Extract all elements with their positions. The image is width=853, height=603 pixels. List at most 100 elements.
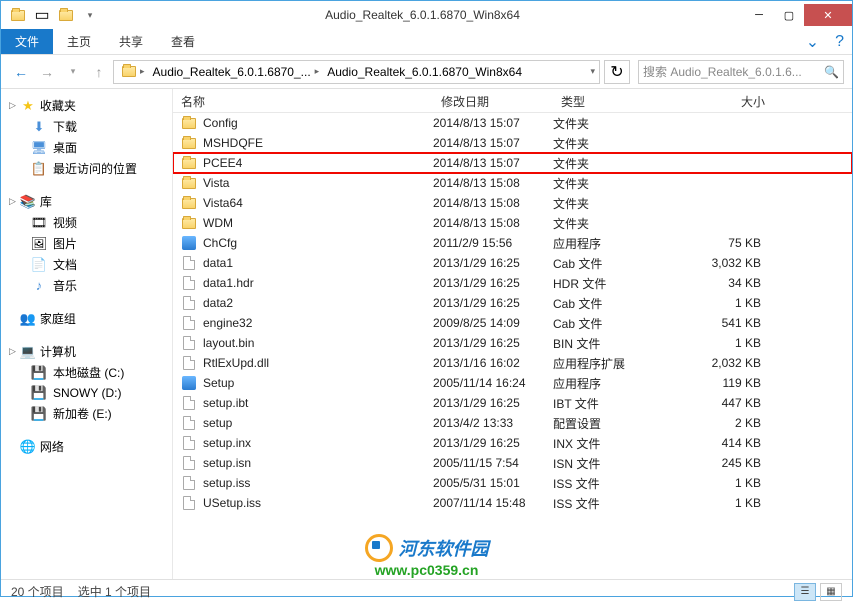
sidebar-item-drive-d[interactable]: 💾SNOWY (D:) xyxy=(1,383,172,403)
file-type: 文件夹 xyxy=(553,115,673,132)
tab-view[interactable]: 查看 xyxy=(157,29,209,54)
table-row[interactable]: data12013/1/29 16:25Cab 文件3,032 KB xyxy=(173,253,852,273)
column-headers: 名称 修改日期 类型 大小 xyxy=(173,89,852,113)
table-row[interactable]: RtlExUpd.dll2013/1/16 16:02应用程序扩展2,032 K… xyxy=(173,353,852,373)
status-bar: 20 个项目 选中 1 个项目 ☰ ▦ xyxy=(1,579,852,603)
path-segment-2[interactable]: Audio_Realtek_6.0.1.6870_Win8x64 xyxy=(323,65,526,79)
file-size: 3,032 KB xyxy=(673,256,773,270)
properties-icon[interactable]: ▭ xyxy=(31,4,53,26)
column-name[interactable]: 名称 xyxy=(173,89,433,112)
file-date: 2005/11/15 7:54 xyxy=(433,456,553,470)
expand-ribbon-icon[interactable]: ⌄ xyxy=(798,32,827,52)
close-button[interactable]: ✕ xyxy=(804,4,852,26)
minimize-button[interactable]: ─ xyxy=(744,4,774,26)
file-size: 119 KB xyxy=(673,376,773,390)
file-type: ISS 文件 xyxy=(553,475,673,492)
file-date: 2014/8/13 15:08 xyxy=(433,196,553,210)
table-row[interactable]: setup.isn2005/11/15 7:54ISN 文件245 KB xyxy=(173,453,852,473)
quick-access-toolbar: ▭ ▾ xyxy=(7,4,101,26)
table-row[interactable]: setup2013/4/2 13:33配置设置2 KB xyxy=(173,413,852,433)
address-bar[interactable]: ▸ Audio_Realtek_6.0.1.6870_... ▸ Audio_R… xyxy=(113,60,600,84)
new-folder-icon[interactable] xyxy=(55,4,77,26)
tab-share[interactable]: 共享 xyxy=(105,29,157,54)
path-segment-1[interactable]: Audio_Realtek_6.0.1.6870_... ▸ xyxy=(149,65,324,79)
sidebar-libraries[interactable]: ▷📚库 xyxy=(1,191,172,212)
view-details-button[interactable]: ☰ xyxy=(794,583,816,601)
exe-icon xyxy=(181,236,197,250)
tab-home[interactable]: 主页 xyxy=(53,29,105,54)
column-date[interactable]: 修改日期 xyxy=(433,89,553,112)
file-date: 2013/1/16 16:02 xyxy=(433,356,553,370)
back-button[interactable]: ← xyxy=(9,60,33,84)
table-row[interactable]: setup.iss2005/5/31 15:01ISS 文件1 KB xyxy=(173,473,852,493)
maximize-button[interactable]: ▢ xyxy=(774,4,804,26)
address-dropdown-icon[interactable]: ▾ xyxy=(590,66,595,77)
table-row[interactable]: data1.hdr2013/1/29 16:25HDR 文件34 KB xyxy=(173,273,852,293)
table-row[interactable]: engine322009/8/25 14:09Cab 文件541 KB xyxy=(173,313,852,333)
column-type[interactable]: 类型 xyxy=(553,89,673,112)
sidebar-favorites[interactable]: ▷★收藏夹 xyxy=(1,95,172,116)
status-item-count: 20 个项目 xyxy=(11,583,64,600)
table-row[interactable]: ChCfg2011/2/9 15:56应用程序75 KB xyxy=(173,233,852,253)
table-row[interactable]: setup.inx2013/1/29 16:25INX 文件414 KB xyxy=(173,433,852,453)
sidebar-item-videos[interactable]: 🎞视频 xyxy=(1,212,172,233)
table-row[interactable]: Config2014/8/13 15:07文件夹 xyxy=(173,113,852,133)
file-date: 2014/8/13 15:07 xyxy=(433,136,553,150)
sidebar-item-recent[interactable]: 📋最近访问的位置 xyxy=(1,158,172,179)
file-date: 2007/11/14 15:48 xyxy=(433,496,553,510)
up-button[interactable]: ↑ xyxy=(87,60,111,84)
navigation-bar: ← → ▾ ↑ ▸ Audio_Realtek_6.0.1.6870_... ▸… xyxy=(1,55,852,89)
table-row[interactable]: setup.ibt2013/1/29 16:25IBT 文件447 KB xyxy=(173,393,852,413)
file-name: data2 xyxy=(203,296,233,310)
file-size: 1 KB xyxy=(673,296,773,310)
sidebar-item-desktop[interactable]: 🖥桌面 xyxy=(1,137,172,158)
file-icon xyxy=(181,256,197,270)
table-row[interactable]: Vista2014/8/13 15:08文件夹 xyxy=(173,173,852,193)
table-row[interactable]: data22013/1/29 16:25Cab 文件1 KB xyxy=(173,293,852,313)
forward-button[interactable]: → xyxy=(35,60,59,84)
file-icon xyxy=(181,336,197,350)
table-row[interactable]: MSHDQFE2014/8/13 15:07文件夹 xyxy=(173,133,852,153)
sidebar-homegroup[interactable]: ▷👥家庭组 xyxy=(1,308,172,329)
sidebar-network[interactable]: ▷🌐网络 xyxy=(1,436,172,457)
table-row[interactable]: layout.bin2013/1/29 16:25BIN 文件1 KB xyxy=(173,333,852,353)
help-icon[interactable]: ? xyxy=(827,33,852,51)
sidebar-item-downloads[interactable]: ⬇下载 xyxy=(1,116,172,137)
file-name: data1.hdr xyxy=(203,276,254,290)
sidebar-item-drive-e[interactable]: 💾新加卷 (E:) xyxy=(1,403,172,424)
refresh-button[interactable]: ↻ xyxy=(604,60,630,84)
search-input[interactable]: 搜索 Audio_Realtek_6.0.1.6... 🔍 xyxy=(638,60,844,84)
sidebar-computer[interactable]: ▷💻计算机 xyxy=(1,341,172,362)
ribbon-tabs: 文件 主页 共享 查看 ⌄ ? xyxy=(1,29,852,55)
file-size: 2,032 KB xyxy=(673,356,773,370)
file-date: 2011/2/9 15:56 xyxy=(433,236,553,250)
file-date: 2013/1/29 16:25 xyxy=(433,396,553,410)
table-row[interactable]: PCEE42014/8/13 15:07文件夹 xyxy=(173,153,852,173)
sidebar-item-music[interactable]: ♪音乐 xyxy=(1,275,172,296)
sidebar-item-documents[interactable]: 📄文档 xyxy=(1,254,172,275)
file-name: setup.inx xyxy=(203,436,251,450)
file-name: data1 xyxy=(203,256,233,270)
path-root-icon[interactable]: ▸ xyxy=(118,66,149,77)
qat-dropdown-icon[interactable]: ▾ xyxy=(79,4,101,26)
file-name: engine32 xyxy=(203,316,252,330)
file-type: 文件夹 xyxy=(553,175,673,192)
file-name: USetup.iss xyxy=(203,496,261,510)
file-name: Vista64 xyxy=(203,196,243,210)
table-row[interactable]: WDM2014/8/13 15:08文件夹 xyxy=(173,213,852,233)
tab-file[interactable]: 文件 xyxy=(1,29,53,54)
table-row[interactable]: Setup2005/11/14 16:24应用程序119 KB xyxy=(173,373,852,393)
navigation-pane: ▷★收藏夹 ⬇下载 🖥桌面 📋最近访问的位置 ▷📚库 🎞视频 🖼图片 📄文档 ♪… xyxy=(1,89,173,579)
file-type: 应用程序 xyxy=(553,375,673,392)
view-icons-button[interactable]: ▦ xyxy=(820,583,842,601)
sidebar-item-drive-c[interactable]: 💾本地磁盘 (C:) xyxy=(1,362,172,383)
history-dropdown-icon[interactable]: ▾ xyxy=(61,60,85,84)
file-size: 34 KB xyxy=(673,276,773,290)
file-name: WDM xyxy=(203,216,233,230)
file-type: Cab 文件 xyxy=(553,315,673,332)
table-row[interactable]: USetup.iss2007/11/14 15:48ISS 文件1 KB xyxy=(173,493,852,513)
table-row[interactable]: Vista642014/8/13 15:08文件夹 xyxy=(173,193,852,213)
sidebar-item-pictures[interactable]: 🖼图片 xyxy=(1,233,172,254)
file-name: setup.iss xyxy=(203,476,250,490)
column-size[interactable]: 大小 xyxy=(673,89,773,112)
